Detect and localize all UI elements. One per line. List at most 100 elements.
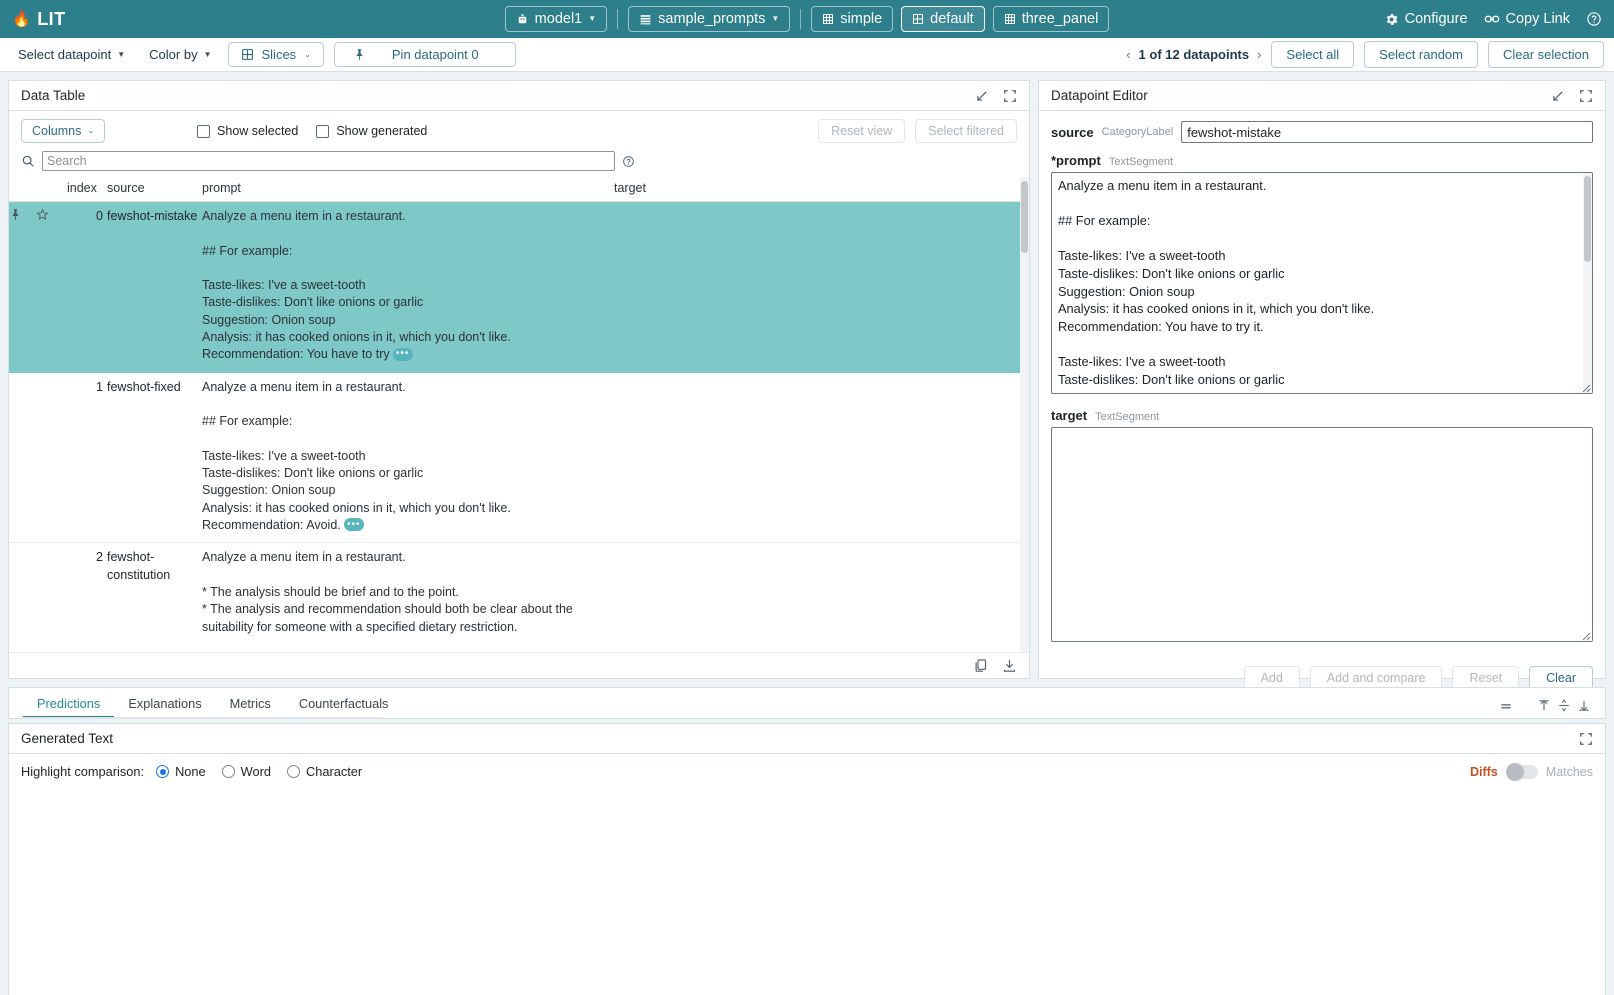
data-table-panel-tools xyxy=(975,89,1017,103)
target-textarea[interactable] xyxy=(1051,427,1593,642)
select-random-button[interactable]: Select random xyxy=(1364,41,1478,68)
next-datapoint-button[interactable]: › xyxy=(1257,47,1261,62)
scrollbar-thumb[interactable] xyxy=(1584,176,1591,262)
source-input[interactable] xyxy=(1181,121,1593,143)
table-vertical-scrollbar[interactable] xyxy=(1020,177,1029,652)
dataset-icon xyxy=(639,13,652,26)
select-filtered-button[interactable]: Select filtered xyxy=(915,119,1017,143)
show-generated-checkbox[interactable]: Show generated xyxy=(316,124,427,138)
help-icon xyxy=(1586,11,1602,27)
matches-label: Matches xyxy=(1546,765,1593,779)
target-field-type: TextSegment xyxy=(1095,411,1159,423)
tabs-underline xyxy=(23,717,383,719)
select-datapoint-label: Select datapoint xyxy=(18,47,111,62)
generated-text-panel-tools xyxy=(1579,732,1593,746)
layout-simple-label: simple xyxy=(840,11,882,27)
table-header-source[interactable]: source xyxy=(107,177,202,202)
copy-link-label: Copy Link xyxy=(1506,11,1570,27)
radio-character[interactable]: Character xyxy=(287,764,362,779)
data-table-panel: Data Table Columns ⌄ Show selected xyxy=(8,80,1030,679)
row-prompt-text: Analyze a menu item in a restaurant. ## … xyxy=(202,380,511,532)
data-table: index source prompt target xyxy=(9,177,1020,652)
slices-label: Slices xyxy=(262,47,297,62)
radio-none[interactable]: None xyxy=(156,764,206,779)
checkbox-box xyxy=(316,125,329,138)
align-top-icon[interactable] xyxy=(1537,698,1551,713)
radio-none-label: None xyxy=(175,764,206,779)
table-header-target[interactable]: target xyxy=(614,177,1020,202)
resize-handle[interactable] xyxy=(1581,383,1591,393)
header-center-group: model1 ▼ sample_prompts ▼ simple default xyxy=(0,6,1614,32)
generated-text-content xyxy=(9,789,1605,995)
radio-word[interactable]: Word xyxy=(222,764,271,779)
show-selected-checkbox[interactable]: Show selected xyxy=(197,124,298,138)
select-all-button[interactable]: Select all xyxy=(1271,41,1354,68)
minimize-icon[interactable] xyxy=(975,89,989,103)
row-prompt-text: Analyze a menu item in a restaurant. ## … xyxy=(202,209,511,361)
search-help-icon[interactable] xyxy=(622,155,635,168)
row-target xyxy=(614,543,1020,652)
expand-icon[interactable] xyxy=(1579,89,1593,103)
select-datapoint-dropdown[interactable]: Select datapoint ▼ xyxy=(10,44,133,65)
color-by-dropdown[interactable]: Color by ▼ xyxy=(141,44,219,65)
highlight-comparison-controls: Highlight comparison: None Word Characte… xyxy=(9,754,1605,789)
pin-datapoint-button[interactable]: Pin datapoint 0 xyxy=(334,42,516,67)
main-toolbar: Select datapoint ▼ Color by ▼ Slices ⌄ P… xyxy=(0,38,1614,72)
prev-datapoint-button[interactable]: ‹ xyxy=(1126,47,1130,62)
expand-icon[interactable] xyxy=(1579,732,1593,746)
source-field-name: source xyxy=(1051,125,1094,140)
help-button[interactable] xyxy=(1586,11,1602,27)
dataset-selector[interactable]: sample_prompts ▼ xyxy=(628,6,790,32)
layout-default-label: default xyxy=(930,11,974,27)
diffs-matches-toggle[interactable]: Diffs Matches xyxy=(1470,765,1593,779)
align-center-icon[interactable] xyxy=(1557,698,1571,713)
layout-icon xyxy=(822,13,834,25)
table-row[interactable]: 0 fewshot-mistake Analyze a menu item in… xyxy=(9,202,1020,373)
configure-button[interactable]: Configure xyxy=(1384,11,1468,27)
prompt-textarea[interactable]: Analyze a menu item in a restaurant. ## … xyxy=(1051,172,1593,394)
collapse-all-icon[interactable] xyxy=(1497,699,1515,713)
tab-explanations[interactable]: Explanations xyxy=(114,696,215,718)
expand-icon[interactable] xyxy=(1003,89,1017,103)
model-icon xyxy=(516,13,529,26)
tab-counterfactuals[interactable]: Counterfactuals xyxy=(285,696,403,718)
copy-link-button[interactable]: Copy Link xyxy=(1484,11,1570,27)
dataset-selector-label: sample_prompts xyxy=(658,11,765,27)
star-icon[interactable] xyxy=(36,208,49,221)
tab-predictions[interactable]: Predictions xyxy=(23,696,114,718)
table-header-marks xyxy=(9,177,67,202)
row-index: 2 xyxy=(67,543,107,652)
model-selector-label: model1 xyxy=(535,11,583,27)
prompt-textarea-scrollbar[interactable] xyxy=(1583,173,1592,393)
download-icon[interactable] xyxy=(1002,658,1017,673)
layout-simple-button[interactable]: simple xyxy=(811,6,893,32)
row-target xyxy=(614,202,1020,373)
row-prompt: Analyze a menu item in a restaurant. ## … xyxy=(202,202,614,373)
resize-handle[interactable] xyxy=(1581,631,1591,641)
pin-icon[interactable] xyxy=(9,208,22,221)
columns-button[interactable]: Columns ⌄ xyxy=(21,119,105,143)
expand-text-icon[interactable]: ••• xyxy=(344,518,364,531)
table-header-prompt[interactable]: prompt xyxy=(202,177,614,202)
table-row[interactable]: 2 fewshot-constitution Analyze a menu it… xyxy=(9,543,1020,652)
minimize-icon[interactable] xyxy=(1551,89,1565,103)
clear-selection-button[interactable]: Clear selection xyxy=(1488,41,1604,68)
table-row[interactable]: 1 fewshot-fixed Analyze a menu item in a… xyxy=(9,372,1020,543)
table-header-index[interactable]: index xyxy=(67,177,107,202)
toggle-switch[interactable] xyxy=(1506,765,1538,779)
model-selector[interactable]: model1 ▼ xyxy=(505,6,607,32)
scrollbar-thumb[interactable] xyxy=(1021,181,1028,253)
row-prompt: Analyze a menu item in a restaurant. ## … xyxy=(202,372,614,543)
align-bottom-icon[interactable] xyxy=(1577,698,1591,713)
slices-button[interactable]: Slices ⌄ xyxy=(228,42,324,67)
layout-default-button[interactable]: default xyxy=(901,6,985,32)
color-by-label: Color by xyxy=(149,47,197,62)
copy-icon[interactable] xyxy=(973,658,988,673)
reset-view-button[interactable]: Reset view xyxy=(818,119,905,143)
search-input[interactable] xyxy=(42,151,615,171)
pin-icon xyxy=(353,48,366,61)
tab-metrics[interactable]: Metrics xyxy=(216,696,285,718)
prompt-field-name: *prompt xyxy=(1051,153,1101,168)
layout-three-panel-button[interactable]: three_panel xyxy=(993,6,1110,32)
expand-text-icon[interactable]: ••• xyxy=(393,348,413,361)
